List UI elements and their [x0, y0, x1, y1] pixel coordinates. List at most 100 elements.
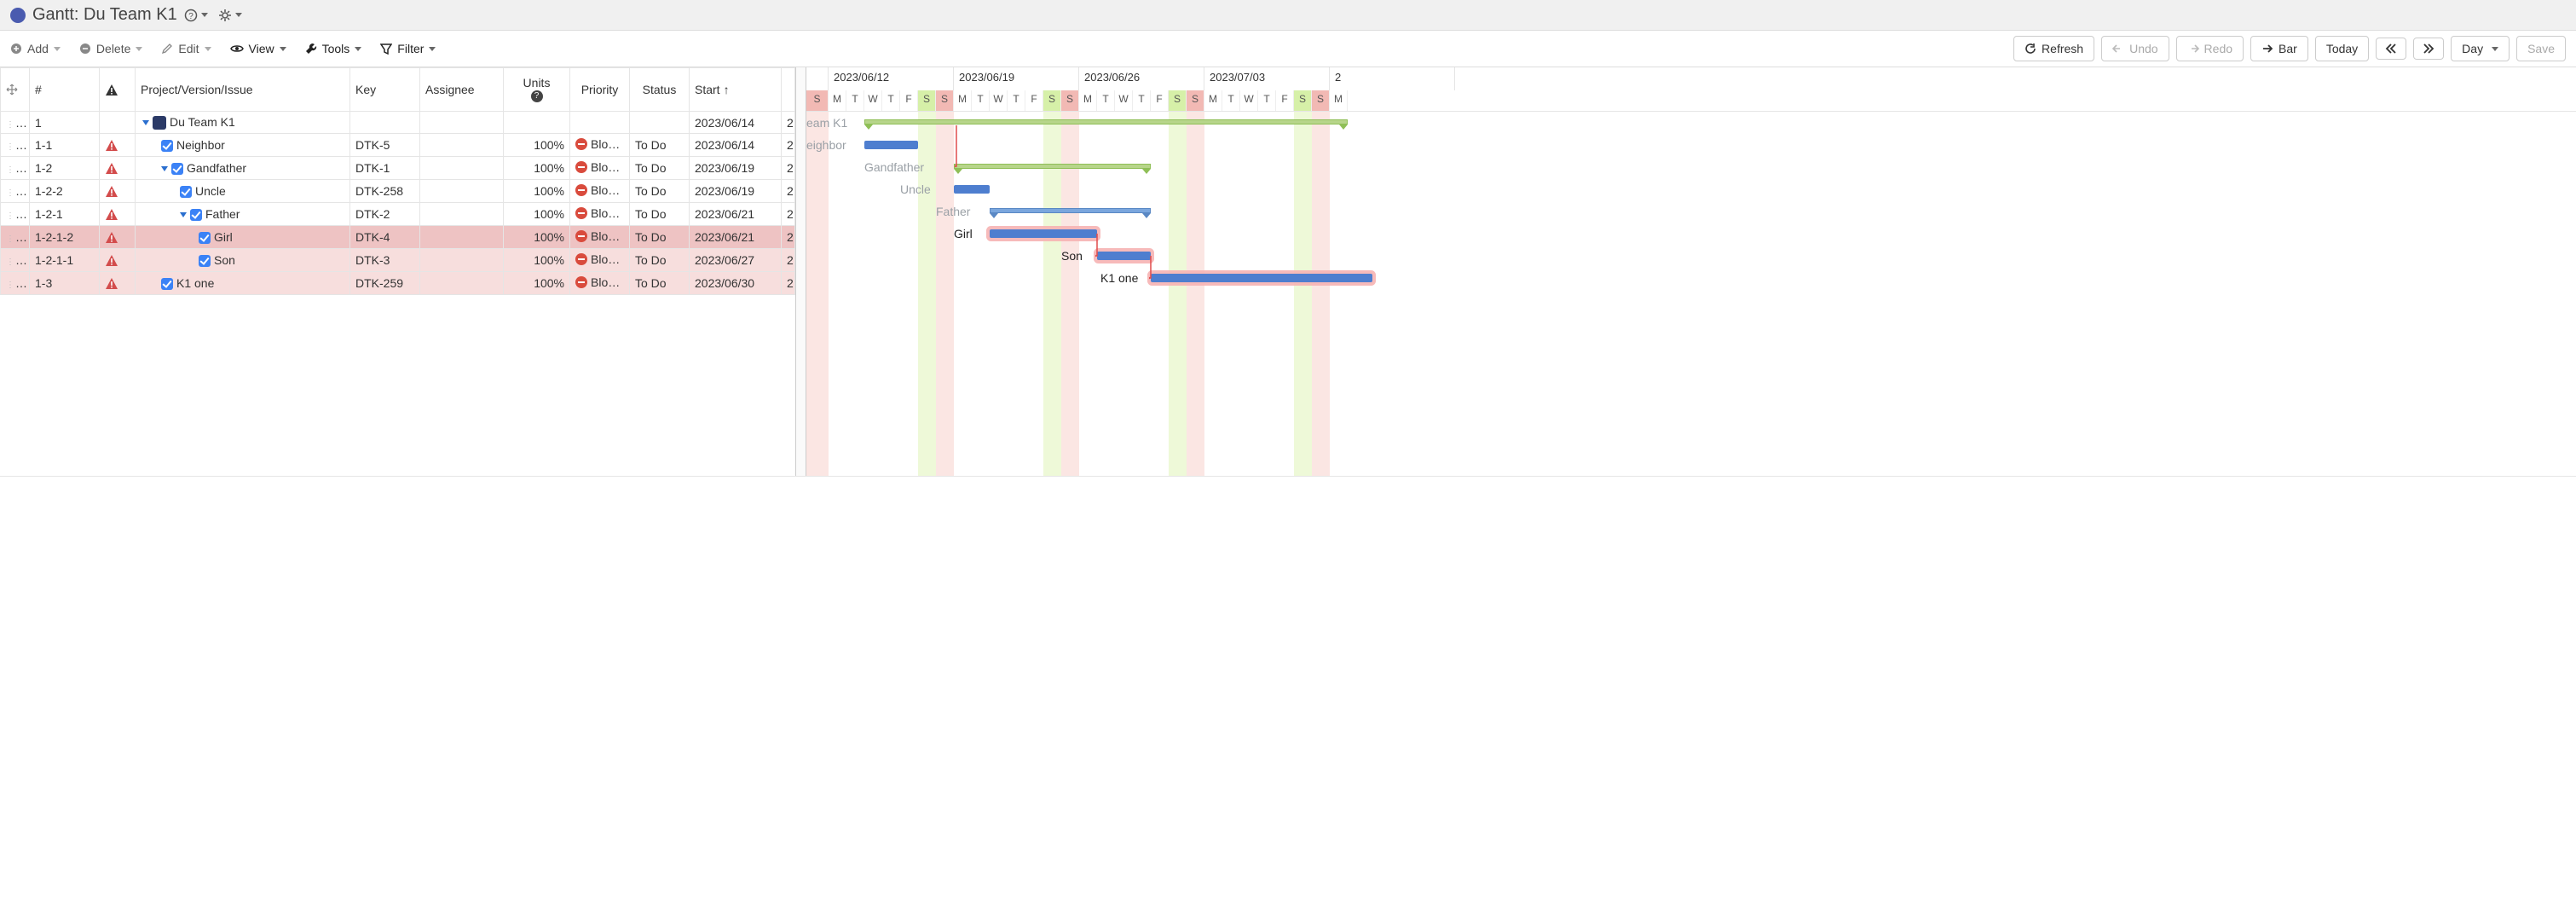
edit-button[interactable]: Edit	[161, 42, 211, 55]
table-row[interactable]: ⋮⋮1-3K1 oneDTK-259100%Blo…To Do2023/06/3…	[1, 272, 795, 295]
cell-status	[630, 112, 690, 134]
cell-name[interactable]: Girl	[136, 226, 350, 249]
task-bar[interactable]	[864, 141, 918, 149]
drag-handle-icon[interactable]: ⋮⋮	[6, 161, 27, 175]
gear-icon	[218, 9, 232, 22]
cell-end: 2	[782, 157, 795, 180]
delete-button[interactable]: Delete	[79, 42, 142, 55]
col-status[interactable]: Status	[630, 68, 690, 112]
view-button[interactable]: View	[230, 42, 286, 55]
cell-start: 2023/06/21	[690, 226, 782, 249]
blocker-icon	[575, 230, 587, 242]
redo-button[interactable]: Redo	[2176, 36, 2244, 61]
col-drag[interactable]	[1, 68, 30, 112]
day-header: W	[1115, 90, 1133, 111]
cell-warn	[100, 249, 136, 272]
day-header: S	[1187, 90, 1204, 111]
add-button[interactable]: Add	[10, 42, 61, 55]
cell-name[interactable]: Du Team K1	[136, 112, 350, 134]
col-key[interactable]: Key	[350, 68, 420, 112]
today-button[interactable]: Today	[2315, 36, 2369, 61]
undo-icon	[2112, 43, 2124, 55]
bar-label: eam K1	[806, 116, 847, 130]
summary-bar[interactable]	[864, 119, 1348, 124]
cell-name[interactable]: Gandfather	[136, 157, 350, 180]
cell-key: DTK-1	[350, 157, 420, 180]
chevron-down-icon[interactable]	[142, 120, 149, 125]
day-header: F	[1151, 90, 1169, 111]
drag-handle-icon[interactable]: ⋮⋮	[6, 276, 27, 290]
chevron-down-icon[interactable]	[180, 212, 187, 217]
col-issue[interactable]: Project/Version/Issue	[136, 68, 350, 112]
scroll-right-button[interactable]	[2413, 38, 2444, 60]
priority-blocker: Blo…	[575, 252, 620, 266]
help-menu[interactable]: ?	[184, 9, 208, 22]
col-start[interactable]: Start↑	[690, 68, 782, 112]
cell-start: 2023/06/27	[690, 249, 782, 272]
checkbox-icon	[199, 255, 211, 267]
col-priority[interactable]: Priority	[570, 68, 630, 112]
checkbox-icon	[199, 232, 211, 244]
day-header: T	[1008, 90, 1025, 111]
table-row[interactable]: ⋮⋮1-2GandfatherDTK-1100%Blo…To Do2023/06…	[1, 157, 795, 180]
cell-key: DTK-5	[350, 134, 420, 157]
task-bar[interactable]	[954, 185, 990, 194]
table-row[interactable]: ⋮⋮1-2-1-1SonDTK-3100%Blo…To Do2023/06/27…	[1, 249, 795, 272]
summary-bar[interactable]	[954, 164, 1151, 169]
move-icon	[6, 84, 18, 96]
drag-handle-icon[interactable]: ⋮⋮	[6, 138, 27, 152]
blocker-icon	[575, 253, 587, 265]
cell-name[interactable]: Father	[136, 203, 350, 226]
priority-blocker: Blo…	[575, 183, 620, 197]
col-assignee[interactable]: Assignee	[420, 68, 504, 112]
task-bar[interactable]	[1151, 274, 1372, 282]
gantt-timeline[interactable]: 2023/06/122023/06/192023/06/262023/07/03…	[806, 67, 2576, 476]
sort-asc-icon: ↑	[724, 83, 730, 96]
refresh-button[interactable]: Refresh	[2013, 36, 2094, 61]
priority-blocker: Blo…	[575, 137, 620, 151]
col-num[interactable]: #	[30, 68, 100, 112]
checkbox-icon	[161, 278, 173, 290]
bar-label: Uncle	[900, 182, 931, 196]
day-header: T	[846, 90, 864, 111]
drag-handle-icon[interactable]: ⋮⋮	[6, 116, 27, 130]
filter-button[interactable]: Filter	[380, 42, 436, 55]
cell-name[interactable]: Neighbor	[136, 134, 350, 157]
zoom-level-button[interactable]: Day	[2451, 36, 2510, 61]
chevrons-right-icon	[2423, 43, 2434, 54]
tools-button[interactable]: Tools	[305, 42, 362, 55]
pencil-icon	[161, 43, 173, 55]
split-handle[interactable]	[796, 67, 806, 476]
drag-handle-icon[interactable]: ⋮⋮	[6, 207, 27, 221]
scroll-left-button[interactable]	[2376, 38, 2406, 60]
bar-button[interactable]: Bar	[2250, 36, 2308, 61]
drag-handle-icon[interactable]: ⋮⋮	[6, 184, 27, 198]
chevron-down-icon[interactable]	[161, 166, 168, 171]
task-bar[interactable]	[1097, 252, 1151, 260]
col-end-trunc[interactable]	[782, 68, 795, 112]
cell-status: To Do	[630, 272, 690, 295]
drag-handle-icon[interactable]: ⋮⋮	[6, 253, 27, 267]
col-units[interactable]: Units?	[504, 68, 570, 112]
settings-menu[interactable]	[218, 9, 242, 22]
summary-bar[interactable]	[990, 208, 1151, 213]
table-row[interactable]: ⋮⋮1-2-1-2GirlDTK-4100%Blo…To Do2023/06/2…	[1, 226, 795, 249]
table-row[interactable]: ⋮⋮1-2-2UncleDTK-258100%Blo…To Do2023/06/…	[1, 180, 795, 203]
cell-name[interactable]: K1 one	[136, 272, 350, 295]
cell-name[interactable]: Son	[136, 249, 350, 272]
save-button[interactable]: Save	[2516, 36, 2566, 61]
undo-button[interactable]: Undo	[2101, 36, 2169, 61]
cell-priority: Blo…	[570, 157, 630, 180]
table-row[interactable]: ⋮⋮1Du Team K12023/06/142	[1, 112, 795, 134]
bar-label: Father	[936, 205, 970, 218]
drag-handle-icon[interactable]: ⋮⋮	[6, 230, 27, 244]
task-bar[interactable]	[990, 229, 1097, 238]
cell-end: 2	[782, 272, 795, 295]
col-warn[interactable]	[100, 68, 136, 112]
cell-priority: Blo…	[570, 203, 630, 226]
cell-end: 2	[782, 180, 795, 203]
table-row[interactable]: ⋮⋮1-2-1FatherDTK-2100%Blo…To Do2023/06/2…	[1, 203, 795, 226]
cell-name[interactable]: Uncle	[136, 180, 350, 203]
cell-start: 2023/06/14	[690, 134, 782, 157]
table-row[interactable]: ⋮⋮1-1NeighborDTK-5100%Blo…To Do2023/06/1…	[1, 134, 795, 157]
